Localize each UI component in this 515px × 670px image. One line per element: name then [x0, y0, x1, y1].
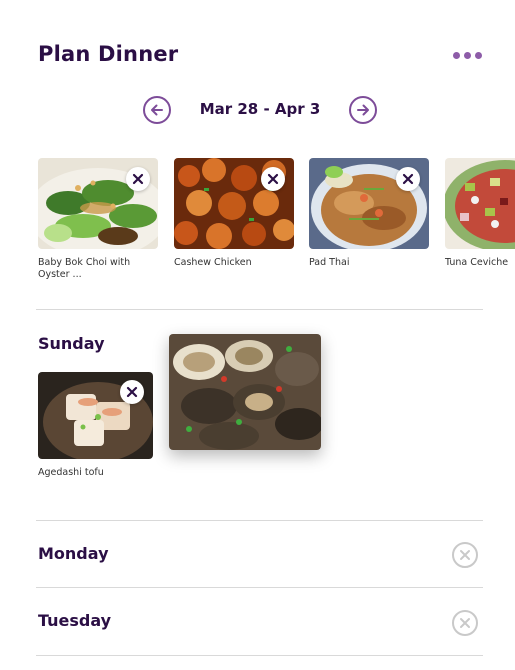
dragged-recipe-card[interactable] — [169, 334, 321, 450]
close-icon — [267, 173, 279, 185]
recipe-card[interactable]: Tuna Ceviche — [445, 158, 515, 269]
close-icon — [460, 618, 470, 628]
recipe-name: Tuna Ceviche — [445, 257, 509, 268]
close-icon — [126, 386, 138, 398]
close-icon — [402, 173, 414, 185]
more-dot-icon — [475, 52, 482, 59]
meal-card[interactable]: Agedashi tofu — [38, 372, 153, 478]
arrow-left-icon — [151, 104, 163, 116]
divider — [36, 520, 483, 521]
close-icon — [460, 550, 470, 560]
recipe-card[interactable]: Baby Bok Choi with Oyster ... — [38, 158, 158, 281]
recipe-image — [309, 158, 429, 249]
recipe-name: Cashew Chicken — [174, 257, 252, 268]
recipe-card[interactable]: Cashew Chicken — [174, 158, 294, 269]
recipe-name: Pad Thai — [309, 257, 350, 268]
week-range: Mar 28 - Apr 3 — [199, 100, 321, 118]
day-title-monday: Monday — [38, 544, 109, 563]
recipe-carousel[interactable]: Baby Bok Choi with Oyster ... Cashew Chi… — [38, 158, 515, 288]
divider — [36, 655, 483, 656]
recipe-image — [174, 158, 294, 249]
close-icon — [132, 173, 144, 185]
remove-recipe-button[interactable] — [261, 167, 285, 191]
next-week-button[interactable] — [349, 96, 377, 124]
clams-dish-image — [169, 334, 321, 450]
day-title-tuesday: Tuesday — [38, 611, 112, 630]
recipe-card[interactable]: Pad Thai — [309, 158, 429, 269]
header: Plan Dinner — [38, 40, 484, 74]
week-navigator: Mar 28 - Apr 3 — [142, 96, 378, 126]
more-options-button[interactable] — [451, 50, 484, 61]
remove-recipe-button[interactable] — [396, 167, 420, 191]
recipe-image — [445, 158, 515, 249]
day-title-sunday: Sunday — [38, 334, 105, 353]
clear-day-button[interactable] — [452, 610, 478, 636]
clear-day-button[interactable] — [452, 542, 478, 568]
meal-image — [38, 372, 153, 459]
divider — [36, 587, 483, 588]
previous-week-button[interactable] — [143, 96, 171, 124]
more-dot-icon — [464, 52, 471, 59]
recipe-name: Baby Bok Choi with Oyster ... — [38, 257, 131, 280]
remove-recipe-button[interactable] — [126, 167, 150, 191]
remove-meal-button[interactable] — [120, 380, 144, 404]
meal-name: Agedashi tofu — [38, 467, 104, 478]
page-title: Plan Dinner — [38, 42, 179, 66]
arrow-right-icon — [357, 104, 369, 116]
divider — [36, 309, 483, 310]
more-dot-icon — [453, 52, 460, 59]
recipe-image — [38, 158, 158, 249]
